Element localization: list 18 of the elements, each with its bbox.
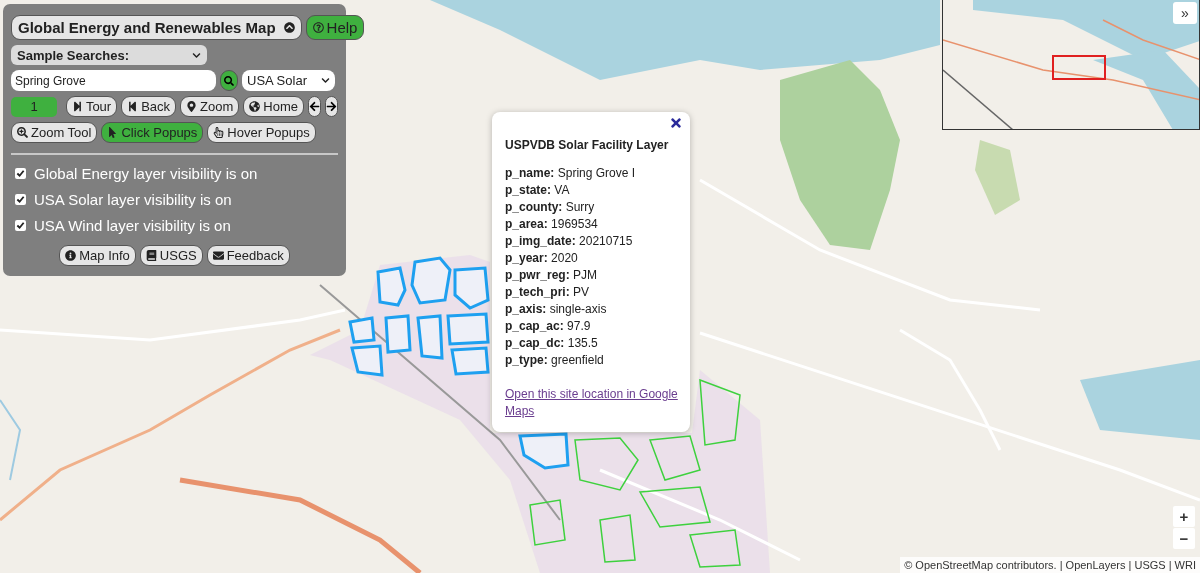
attribute-line: p_area: 1969534 xyxy=(505,216,599,233)
attribution: © OpenStreetMap contributors. | OpenLayers | USGS | WRI xyxy=(900,557,1200,573)
tour-counter: 1 xyxy=(11,96,58,117)
layer-label: USA Solar layer visibility is on xyxy=(34,191,232,208)
attribute-line: p_tech_pri: PV xyxy=(505,284,591,301)
popup-title: USPVDB Solar Facility Layer xyxy=(505,138,670,152)
attribute-line: p_img_date: 20210715 xyxy=(505,233,634,250)
attribute-line: p_type: greenfield xyxy=(505,352,605,369)
attribute-line: p_axis: single-axis xyxy=(505,301,608,318)
attribute-line: p_cap_ac: 97.9 xyxy=(505,318,592,335)
attribute-line: p_cap_dc: 135.5 xyxy=(505,335,599,352)
layer-label: Global Energy layer visibility is on xyxy=(34,165,258,182)
attribute-line: p_name: Spring Grove I xyxy=(505,165,637,182)
attribute-line: p_pwr_reg: PJM xyxy=(505,267,599,284)
attribute-line: p_state: VA xyxy=(505,182,571,199)
attribute-line: p_year: 2020 xyxy=(505,250,579,267)
attribute-line: p_county: Surry xyxy=(505,199,596,216)
layer-label: USA Wind layer visibility is on xyxy=(34,217,231,234)
